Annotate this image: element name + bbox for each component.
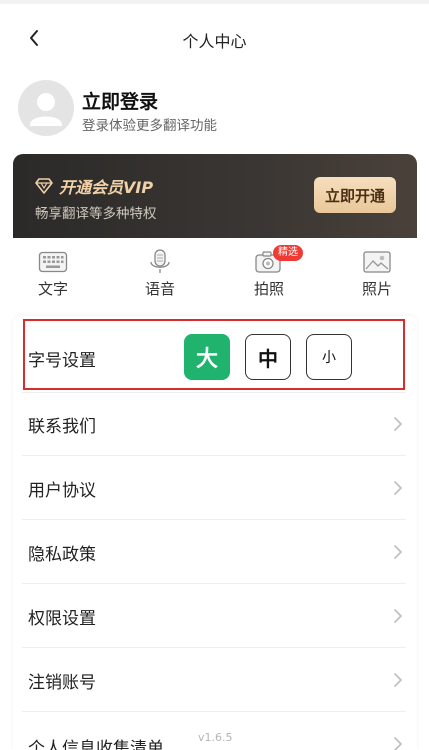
settings-item-contact[interactable]: 联系我们 — [0, 392, 429, 456]
app-version: v1.6.5 — [198, 731, 233, 744]
translation-modes: 文字 语音 精选 拍照 照片 — [0, 245, 429, 308]
login-subtitle: 登录体验更多翻译功能 — [82, 118, 217, 134]
settings-item-label: 用户协议 — [28, 481, 96, 501]
settings-item-label: 个人信息收集清单 — [28, 739, 164, 750]
chevron-right-icon — [394, 737, 402, 750]
mode-text-label: 文字 — [37, 280, 68, 298]
mode-text[interactable]: 文字 — [23, 248, 83, 299]
settings-item-user-agreement[interactable]: 用户协议 — [0, 456, 429, 520]
chevron-right-icon — [394, 609, 402, 623]
settings-item-label: 注销账号 — [28, 673, 96, 693]
image-icon — [363, 251, 391, 273]
avatar[interactable] — [18, 80, 74, 136]
microphone-icon — [150, 249, 170, 273]
vip-title: 开通会员VIP — [59, 178, 154, 197]
vip-card[interactable]: 开通会员VIP 畅享翻译等多种特权 立即开通 — [13, 154, 417, 238]
keyboard-icon — [38, 251, 68, 273]
vip-subtitle: 畅享翻译等多种特权 — [35, 206, 157, 222]
mode-photo-label: 拍照 — [253, 280, 284, 298]
chevron-right-icon — [394, 673, 402, 687]
header: 个人中心 — [0, 18, 429, 62]
chevron-right-icon — [394, 481, 402, 495]
featured-badge: 精选 — [273, 245, 303, 261]
user-icon — [30, 93, 62, 126]
login-title[interactable]: 立即登录 — [82, 87, 158, 114]
status-bar-strip — [0, 0, 429, 4]
vip-open-button[interactable]: 立即开通 — [314, 177, 396, 213]
mode-image-label: 照片 — [361, 280, 392, 298]
diamond-icon — [35, 178, 53, 194]
settings-item-privacy-policy[interactable]: 隐私政策 — [0, 520, 429, 584]
mode-voice-label: 语音 — [144, 280, 175, 298]
highlight-box — [23, 319, 405, 390]
mode-image[interactable]: 照片 — [347, 248, 407, 299]
settings-item-label: 联系我们 — [28, 417, 96, 437]
mode-photo[interactable]: 精选 拍照 — [239, 245, 303, 299]
settings-item-label: 权限设置 — [28, 609, 96, 629]
chevron-right-icon — [394, 417, 402, 431]
settings-item-label: 隐私政策 — [28, 545, 96, 565]
vip-title-row: 开通会员VIP — [35, 174, 153, 198]
chevron-right-icon — [394, 545, 402, 559]
mode-voice[interactable]: 语音 — [130, 248, 190, 299]
profile-login[interactable]: 立即登录 登录体验更多翻译功能 — [18, 80, 418, 140]
page-title: 个人中心 — [182, 32, 247, 51]
settings-item-permissions[interactable]: 权限设置 — [0, 584, 429, 648]
settings-item-delete-account[interactable]: 注销账号 — [0, 648, 429, 712]
